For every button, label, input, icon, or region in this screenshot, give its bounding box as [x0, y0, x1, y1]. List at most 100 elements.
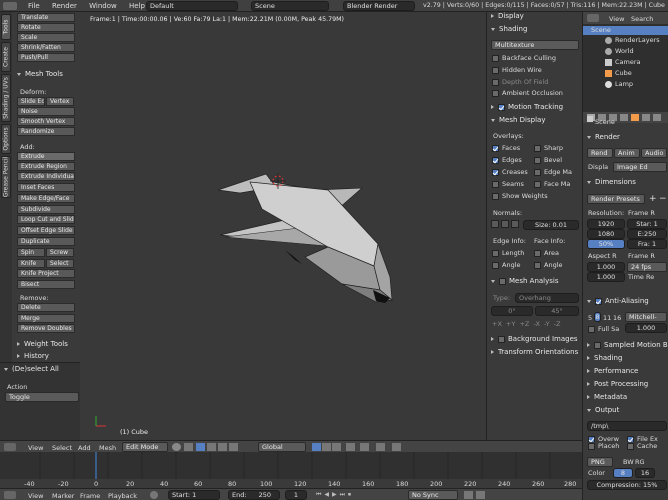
operator-title[interactable]: (De)select All — [4, 365, 59, 373]
aa-filter-size-field[interactable]: 1.000 — [625, 323, 667, 333]
knife-button[interactable]: Knife — [17, 259, 45, 268]
history-header[interactable]: History — [17, 352, 49, 360]
viewport-mesh-menu[interactable]: Mesh — [99, 444, 116, 452]
layout-selector[interactable]: Default — [146, 1, 238, 11]
snap-icon[interactable] — [376, 443, 385, 451]
axis-neg-y[interactable]: -Y — [544, 320, 550, 328]
render-preview-icon[interactable] — [392, 443, 401, 451]
face-select-icon[interactable] — [332, 443, 341, 451]
face-angle-toggle[interactable]: Angle — [534, 261, 563, 269]
color-mode-bw[interactable]: BW — [623, 458, 634, 466]
aa-sample-11[interactable]: 11 — [603, 314, 611, 322]
performance-header[interactable]: Performance — [587, 367, 638, 375]
menu-render[interactable]: Render — [52, 0, 77, 12]
motion-tracking-header[interactable]: Motion Tracking — [491, 103, 563, 111]
manipulator-icon[interactable] — [196, 443, 205, 451]
outliner-world[interactable]: World — [615, 47, 634, 55]
file-format-dropdown[interactable]: PNG — [587, 457, 613, 467]
keying-set-icon[interactable] — [464, 491, 473, 499]
record-icon[interactable] — [150, 491, 158, 499]
screw-button[interactable]: Screw — [46, 248, 74, 257]
split-normals-icon[interactable] — [501, 220, 509, 228]
viewport-add-menu[interactable]: Add — [78, 444, 91, 452]
frame-end-field[interactable]: E:250 — [627, 229, 667, 239]
outliner-view-menu[interactable]: View — [609, 15, 624, 23]
face-area-toggle[interactable]: Area — [534, 249, 559, 257]
resolution-y-field[interactable]: 1080 — [587, 229, 625, 239]
show-weights-toggle[interactable]: Show Weights — [492, 192, 548, 200]
outliner-editor-icon[interactable] — [587, 14, 599, 22]
add-preset-icon[interactable]: + — [649, 194, 657, 204]
outliner-search-menu[interactable]: Search — [631, 15, 653, 23]
overhang-max-field[interactable]: 45° — [535, 306, 579, 316]
scale-manipulator-icon[interactable] — [229, 443, 238, 451]
vertex-normals-icon[interactable] — [491, 220, 499, 228]
pin-icon[interactable] — [587, 116, 593, 122]
knife-project-button[interactable]: Knife Project — [17, 269, 75, 278]
tab-shading-uvs[interactable]: Shading / UVs — [1, 74, 11, 122]
aspect-y-field[interactable]: 1.000 — [587, 272, 625, 282]
viewport-select-menu[interactable]: Select — [52, 444, 72, 452]
axis-pos-z[interactable]: +Z — [519, 320, 529, 328]
full-sample-toggle[interactable]: Full Sa — [588, 325, 619, 333]
end-frame-field[interactable]: End: 250 — [228, 490, 280, 500]
output-path-field[interactable]: /tmp\ — [587, 421, 667, 431]
menu-help[interactable]: Help — [129, 0, 145, 12]
tab-options[interactable]: Options — [1, 124, 11, 154]
hidden-wire-toggle[interactable]: Hidden Wire — [492, 66, 542, 74]
fps-dropdown[interactable]: 24 fps — [627, 262, 667, 272]
tab-create[interactable]: Create — [1, 42, 11, 72]
translate-manipulator-icon[interactable] — [207, 443, 216, 451]
post-processing-header[interactable]: Post Processing — [587, 380, 648, 388]
ambient-occlusion-toggle[interactable]: Ambient Occlusion — [492, 89, 563, 97]
translate-button[interactable]: Translate — [17, 13, 75, 22]
rotate-manipulator-icon[interactable] — [218, 443, 227, 451]
depth-of-field-toggle[interactable]: Depth Of Field — [492, 78, 548, 86]
normals-size-field[interactable]: Size: 0.01 — [523, 220, 579, 230]
transform-orientations-header[interactable]: Transform Orientations — [491, 348, 578, 356]
extrude-individual-button[interactable]: Extrude Individual — [17, 172, 75, 181]
shrink-fatten-button[interactable]: Shrink/Fatten — [17, 43, 75, 52]
smooth-vertex-button[interactable]: Smooth Vertex — [17, 117, 75, 126]
render-engine-selector[interactable]: Blender Render — [343, 1, 415, 11]
axis-neg-z[interactable]: -Z — [554, 320, 561, 328]
aa-sample-16[interactable]: 16 — [613, 314, 621, 322]
checkbox-icon[interactable] — [499, 277, 506, 285]
mesh-display-header[interactable]: Mesh Display — [491, 116, 545, 124]
analysis-type-dropdown[interactable]: Overhang — [515, 293, 579, 303]
edges-overlay-toggle[interactable]: Edges — [492, 156, 522, 164]
insert-keyframe-icon[interactable] — [476, 491, 485, 499]
resolution-x-field[interactable]: 1920 — [587, 219, 625, 229]
viewport-view-menu[interactable]: View — [28, 444, 43, 452]
display-panel-header[interactable]: Display — [491, 12, 524, 20]
remove-doubles-button[interactable]: Remove Doubles — [17, 324, 75, 333]
push-pull-button[interactable]: Push/Pull — [17, 53, 75, 62]
sharp-overlay-toggle[interactable]: Sharp — [534, 144, 563, 152]
aa-filter-dropdown[interactable]: Mitchell- — [625, 312, 667, 322]
inset-faces-button[interactable]: Inset Faces — [17, 183, 75, 192]
color-depth-16[interactable]: 16 — [635, 468, 655, 478]
playback-controls[interactable]: ⏮◀▶⏭⏹ — [316, 491, 396, 499]
edge-marks-overlay-toggle[interactable]: Edge Ma — [534, 168, 572, 176]
scene-selector[interactable]: Scene — [251, 1, 329, 11]
pivot-point-icon[interactable] — [184, 443, 193, 451]
creases-overlay-toggle[interactable]: Creases — [492, 168, 528, 176]
outliner-render-layers[interactable]: RenderLayers — [615, 36, 660, 44]
faces-overlay-toggle[interactable]: Faces — [492, 144, 520, 152]
compression-slider[interactable]: Compression: 15% — [587, 480, 667, 490]
metadata-header[interactable]: Metadata — [587, 393, 627, 401]
make-edge-face-button[interactable]: Make Edge/Face — [17, 194, 75, 203]
material-tab-icon[interactable] — [653, 114, 661, 121]
loop-cut-slide-button[interactable]: Loop Cut and Slide — [17, 215, 75, 224]
noise-button[interactable]: Noise — [17, 107, 75, 116]
proportional-edit-icon[interactable] — [360, 443, 369, 451]
edge-angle-toggle[interactable]: Angle — [492, 261, 521, 269]
render-image-button[interactable]: Rend — [587, 148, 613, 158]
frame-start-field[interactable]: Star: 1 — [627, 219, 667, 229]
mesh-analysis-header[interactable]: Mesh Analysis — [491, 277, 559, 285]
color-mode-rgb[interactable]: RG — [635, 458, 645, 466]
outliner-camera[interactable]: Camera — [615, 58, 641, 66]
edge-length-toggle[interactable]: Length — [492, 249, 524, 257]
aa-sample-5[interactable]: 5 — [588, 314, 592, 322]
tab-tools[interactable]: Tools — [1, 14, 11, 40]
